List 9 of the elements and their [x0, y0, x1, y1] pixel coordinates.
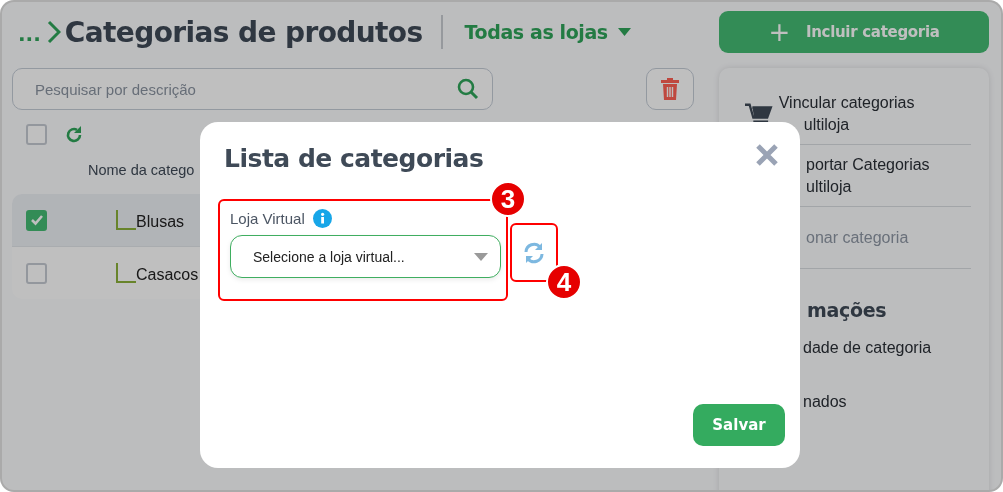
- column-header: Nome da catego: [88, 162, 196, 178]
- category-name: Casacos: [136, 266, 199, 284]
- section-title: mações: [807, 299, 888, 321]
- page-title: Categorias de produtos: [64, 15, 423, 49]
- step-badge: 3: [490, 181, 526, 217]
- category-name: Blusas: [136, 213, 185, 231]
- modal-title: Lista de categorias: [224, 144, 484, 173]
- step-badge: 4: [546, 264, 582, 300]
- field-label: Loja Virtual: [230, 210, 305, 227]
